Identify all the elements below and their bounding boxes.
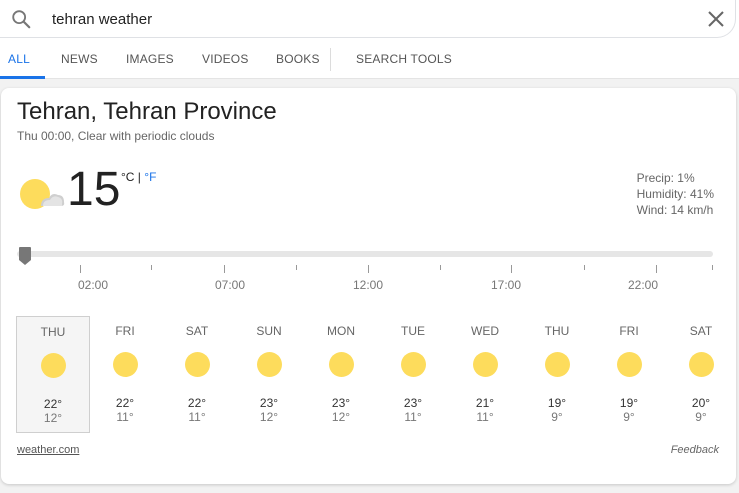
sun-icon — [184, 352, 210, 377]
forecast-day-name: TUE — [401, 324, 425, 338]
weather-card: Tehran, Tehran Province Thu 00:00, Clear… — [1, 88, 736, 484]
forecast-day-name: SAT — [185, 324, 209, 338]
sun-behind-cloud-icon — [20, 179, 65, 209]
fahrenheit-toggle[interactable]: °F — [144, 170, 156, 184]
search-header: ALL NEWS IMAGES VIDEOS BOOKS SEARCH TOOL… — [0, 0, 739, 79]
time-tick — [656, 265, 657, 273]
time-label: 12:00 — [352, 278, 384, 292]
forecast-low: 9° — [623, 410, 635, 424]
sun-icon — [40, 353, 66, 378]
weather-subtitle: Thu 00:00, Clear with periodic clouds — [17, 129, 215, 143]
forecast-low: 12° — [259, 410, 279, 424]
forecast-day[interactable]: SAT 20° 9° — [664, 316, 738, 433]
sun-icon — [256, 352, 282, 377]
time-label: 02:00 — [77, 278, 109, 292]
sun-icon — [688, 352, 714, 377]
tab-videos[interactable]: VIDEOS — [202, 52, 249, 66]
celsius-toggle[interactable]: °C — [121, 170, 134, 184]
forecast-day-name: FRI — [115, 324, 135, 338]
search-icon[interactable] — [10, 8, 32, 30]
close-icon[interactable] — [706, 9, 726, 29]
forecast-day[interactable]: FRI 22° 11° — [88, 316, 162, 433]
current-temperature: 15 — [67, 163, 121, 216]
time-tick — [440, 265, 441, 270]
time-label: 17:00 — [490, 278, 522, 292]
forecast-high: 23° — [403, 396, 423, 410]
time-tick — [511, 265, 512, 273]
time-label: 07:00 — [214, 278, 246, 292]
weather-details: Precip: 1% Humidity: 41% Wind: 14 km/h — [637, 170, 714, 218]
forecast-low: 9° — [695, 410, 707, 424]
humidity-text: Humidity: 41% — [636, 187, 714, 201]
forecast-low: 11° — [476, 410, 494, 424]
search-tabs: ALL NEWS IMAGES VIDEOS BOOKS SEARCH TOOL… — [0, 40, 739, 79]
active-tab-indicator — [0, 76, 45, 79]
forecast-low: 11° — [116, 410, 134, 424]
sun-icon — [544, 352, 570, 377]
tab-news[interactable]: NEWS — [61, 52, 98, 66]
time-tick — [296, 265, 297, 270]
forecast-low: 9° — [551, 410, 563, 424]
forecast-high: 23° — [259, 396, 279, 410]
forecast-high: 19° — [547, 396, 567, 410]
time-tick — [151, 265, 152, 270]
forecast-high: 23° — [331, 396, 351, 410]
tab-divider — [330, 48, 331, 71]
forecast-day-name: MON — [327, 324, 355, 338]
forecast-high: 22° — [115, 396, 135, 410]
forecast-day-name: SAT — [689, 324, 713, 338]
sun-icon — [112, 352, 138, 377]
forecast-high: 20° — [691, 396, 711, 410]
time-slider-track[interactable] — [17, 251, 713, 257]
forecast-day[interactable]: FRI 19° 9° — [592, 316, 666, 433]
tab-all[interactable]: ALL — [8, 52, 30, 66]
time-slider-handle[interactable] — [18, 246, 32, 266]
forecast-day-name: THU — [544, 324, 570, 338]
sun-icon — [400, 352, 426, 377]
forecast-high: 22° — [187, 396, 207, 410]
forecast-day[interactable]: WED 21° 11° — [448, 316, 522, 433]
forecast-high: 22° — [43, 397, 63, 411]
sun-icon — [472, 352, 498, 377]
time-tick — [584, 265, 585, 270]
time-tick — [80, 265, 81, 273]
forecast-day-name: WED — [471, 324, 499, 338]
time-label: 22:00 — [627, 278, 659, 292]
time-tick — [368, 265, 369, 273]
forecast-high: 21° — [475, 396, 495, 410]
forecast-day[interactable]: TUE 23° 11° — [376, 316, 450, 433]
forecast-day[interactable]: THU 19° 9° — [520, 316, 594, 433]
forecast-day-selected[interactable]: THU 22° 12° — [16, 316, 90, 433]
forecast-day[interactable]: SAT 22° 11° — [160, 316, 234, 433]
unit-separator: | — [134, 170, 145, 184]
sun-icon — [616, 352, 642, 377]
forecast-low: 12° — [43, 411, 63, 425]
source-link[interactable]: weather.com — [17, 444, 79, 456]
forecast-low: 11° — [404, 410, 422, 424]
wind-text: Wind: 14 km/h — [636, 203, 714, 217]
search-input[interactable] — [52, 8, 692, 30]
forecast-day[interactable]: SUN 23° 12° — [232, 316, 306, 433]
forecast-day-name: THU — [40, 325, 66, 339]
time-tick — [224, 265, 225, 273]
sun-icon — [328, 352, 354, 377]
forecast-day[interactable]: MON 23° 12° — [304, 316, 378, 433]
forecast-day-name: FRI — [619, 324, 639, 338]
tab-search-tools[interactable]: SEARCH TOOLS — [356, 52, 452, 66]
forecast-day-name: SUN — [256, 324, 282, 338]
precip-text: Precip: 1% — [636, 171, 695, 185]
forecast-high: 19° — [619, 396, 639, 410]
time-tick — [712, 265, 713, 270]
unit-toggle: °C | °F — [121, 170, 156, 184]
location-title: Tehran, Tehran Province — [17, 98, 277, 125]
tab-books[interactable]: BOOKS — [276, 52, 320, 66]
forecast-low: 12° — [331, 410, 351, 424]
search-bar — [0, 0, 736, 38]
tab-images[interactable]: IMAGES — [126, 52, 174, 66]
feedback-link[interactable]: Feedback — [671, 444, 719, 456]
forecast-low: 11° — [188, 410, 206, 424]
